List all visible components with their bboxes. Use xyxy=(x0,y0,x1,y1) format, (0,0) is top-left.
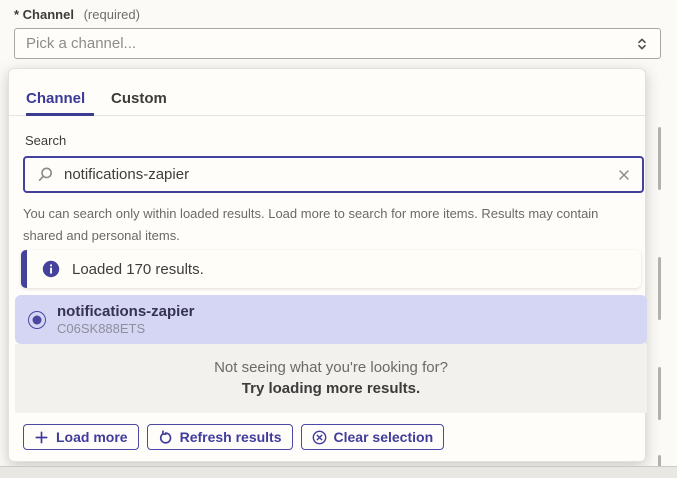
loaded-results-banner: Loaded 170 results. xyxy=(21,250,641,288)
tab-divider xyxy=(9,115,645,116)
plus-icon xyxy=(34,430,49,445)
not-seeing-line2: Try loading more results. xyxy=(15,378,647,400)
active-tab-underline xyxy=(26,113,94,116)
clear-selection-label: Clear selection xyxy=(334,429,434,445)
dropdown-action-bar: Load more Refresh results Clear selectio… xyxy=(23,424,444,450)
chevron-up-down-icon xyxy=(634,36,650,52)
channel-select-placeholder: Pick a channel... xyxy=(26,35,634,52)
load-more-label: Load more xyxy=(56,429,128,445)
search-box xyxy=(23,156,644,193)
search-label: Search xyxy=(25,133,66,148)
channel-result-row-selected[interactable]: notifications-zapier C06SK888ETS xyxy=(15,295,647,344)
required-note: (required) xyxy=(84,7,140,22)
not-seeing-line1: Not seeing what you're looking for? xyxy=(15,357,647,378)
info-icon xyxy=(42,260,60,278)
search-helper-text: You can search only within loaded result… xyxy=(23,203,639,247)
result-channel-name: notifications-zapier xyxy=(57,303,195,321)
page-scrollbar[interactable] xyxy=(658,367,661,420)
load-more-button[interactable]: Load more xyxy=(23,424,139,450)
refresh-results-button[interactable]: Refresh results xyxy=(147,424,293,450)
circle-x-icon xyxy=(312,430,327,445)
clear-search-icon[interactable] xyxy=(616,167,632,183)
refresh-results-label: Refresh results xyxy=(180,429,282,445)
banner-accent-bar xyxy=(21,250,27,288)
result-channel-id: C06SK888ETS xyxy=(57,321,195,337)
tab-bar: Channel Custom xyxy=(9,69,645,116)
tab-custom[interactable]: Custom xyxy=(111,90,167,107)
channel-select-trigger[interactable]: Pick a channel... xyxy=(14,28,661,59)
refresh-icon xyxy=(158,430,173,445)
search-icon xyxy=(37,166,54,183)
channel-field-label-row: * Channel (required) xyxy=(14,7,140,22)
page-scrollbar[interactable] xyxy=(658,257,661,320)
tab-channel[interactable]: Channel xyxy=(26,90,85,107)
page-scrollbar[interactable] xyxy=(658,127,661,190)
not-seeing-hint: Not seeing what you're looking for? Try … xyxy=(15,344,647,413)
underlying-section-edge xyxy=(0,466,677,478)
channel-field-label: * Channel xyxy=(14,7,74,22)
result-texts: notifications-zapier C06SK888ETS xyxy=(57,303,195,337)
loaded-results-text: Loaded 170 results. xyxy=(72,261,204,278)
clear-selection-button[interactable]: Clear selection xyxy=(301,424,445,450)
channel-dropdown-panel: Channel Custom Search You can search onl… xyxy=(8,68,646,462)
radio-selected-icon[interactable] xyxy=(28,311,46,329)
search-input[interactable] xyxy=(64,166,616,183)
